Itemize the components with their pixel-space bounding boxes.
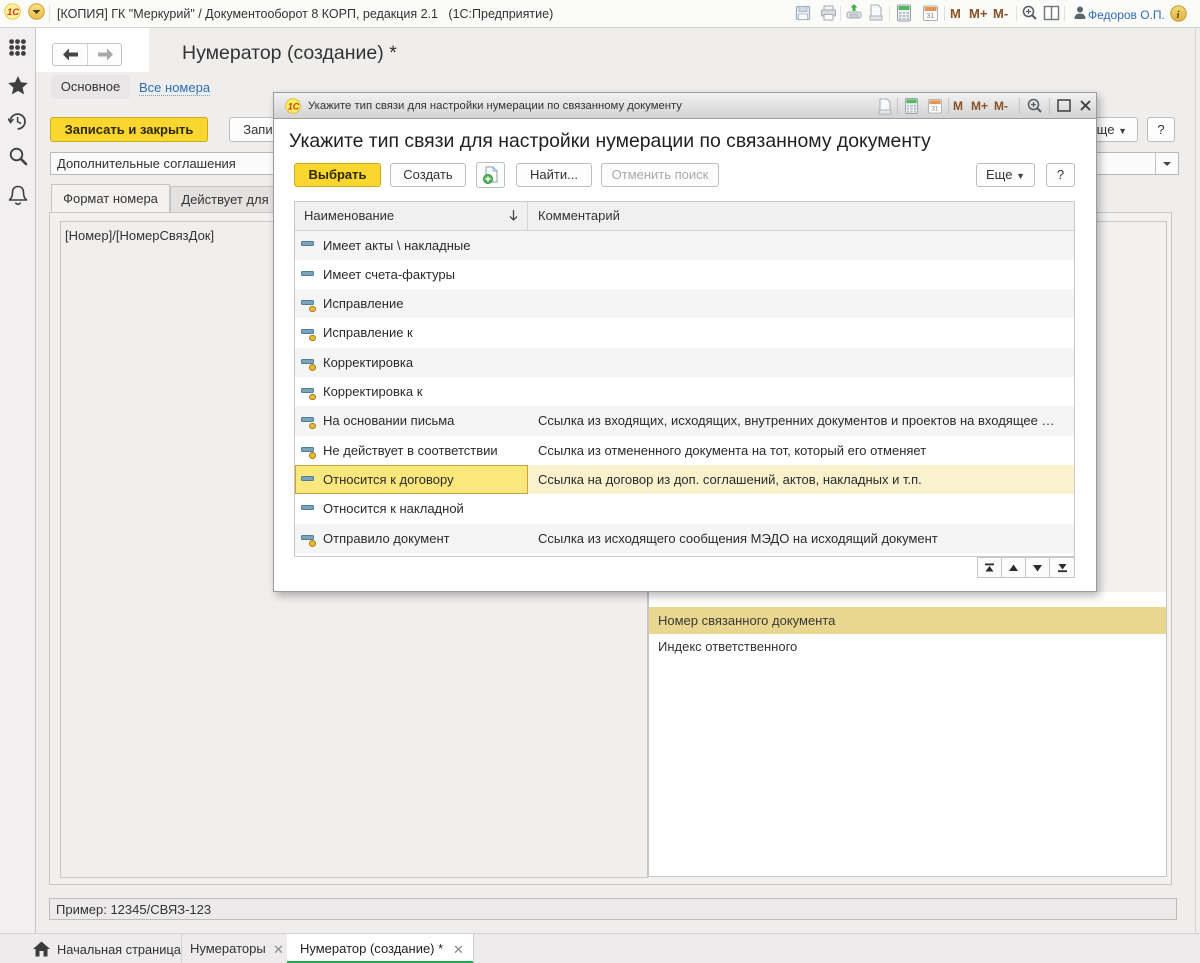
svg-text:31: 31 — [927, 13, 935, 20]
svg-text:1С: 1С — [7, 7, 19, 18]
svg-text:1С: 1С — [288, 101, 300, 111]
svg-text:31: 31 — [931, 106, 939, 113]
